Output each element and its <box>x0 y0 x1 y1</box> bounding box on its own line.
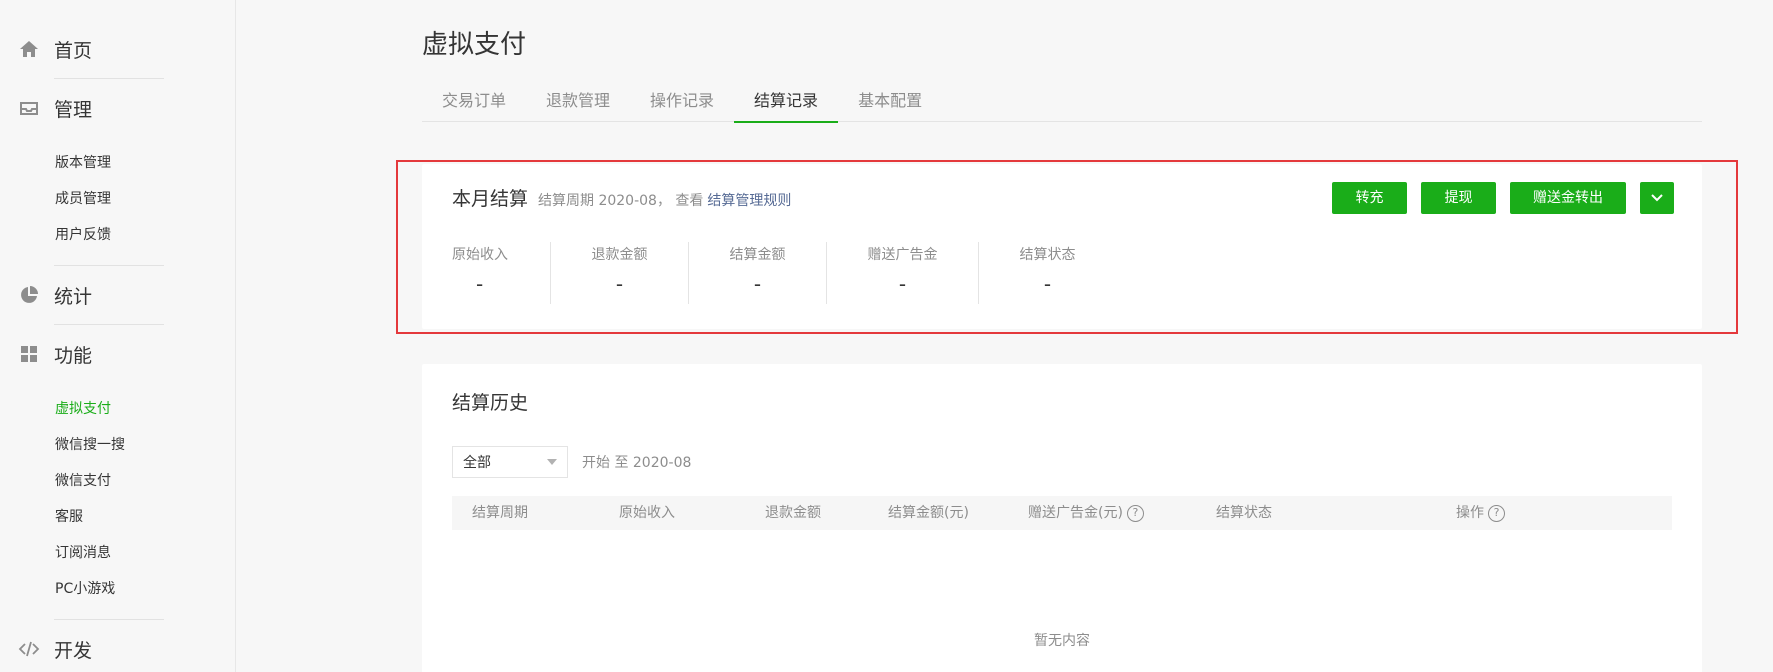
stat-value: - <box>1043 272 1052 296</box>
sidebar-item-home[interactable]: 首页 <box>0 20 235 78</box>
sidebar-item-stats[interactable]: 统计 <box>0 266 235 324</box>
gift-transfer-button[interactable]: 赠送金转出 <box>1510 182 1626 214</box>
caret-down-icon <box>547 459 557 465</box>
sidebar-item-wechat-search[interactable]: 微信搜一搜 <box>0 427 235 463</box>
code-icon <box>18 638 40 660</box>
sidebar-item-pc-game[interactable]: PC小游戏 <box>0 571 235 607</box>
withdraw-button[interactable]: 提现 <box>1421 182 1496 214</box>
monthly-actions: 转充 提现 赠送金转出 <box>1332 182 1674 214</box>
help-icon[interactable]: ? <box>1126 504 1144 522</box>
pie-chart-icon <box>18 284 40 306</box>
nav-group-dev: 开发 <box>0 620 235 672</box>
stat-value: - <box>753 272 762 296</box>
nav-group-features: 功能 虚拟支付 微信搜一搜 微信支付 客服 订阅消息 PC小游戏 <box>0 325 235 619</box>
sidebar-item-wechat-pay[interactable]: 微信支付 <box>0 463 235 499</box>
stat-label: 结算状态 <box>1019 247 1076 263</box>
sidebar-item-virtual-pay[interactable]: 虚拟支付 <box>0 391 235 427</box>
column-label: 赠送广告金(元) <box>1028 505 1123 521</box>
empty-state-text: 暂无内容 <box>1034 633 1090 649</box>
nav-group-stats: 统计 <box>0 266 235 324</box>
monthly-settlement-title: 本月结算 <box>452 188 529 210</box>
stat-raw-income: 原始收入 - <box>452 244 510 304</box>
sidebar-item-subscription-msg[interactable]: 订阅消息 <box>0 535 235 571</box>
help-icon[interactable]: ? <box>1488 504 1505 522</box>
monthly-stats: 原始收入 - 退款金额 - 结算金额 - 赠送广告金 - 结算状态 - <box>452 242 1116 304</box>
monthly-settlement-card: 本月结算 结算周期 2020-08， 查看 结算管理规则 转充 提现 赠送金转出… <box>422 164 1702 329</box>
column-label: 退款金额 <box>765 505 821 521</box>
date-range-text: 开始 至 2020-08 <box>582 455 692 471</box>
stat-settlement-status: 结算状态 - <box>979 244 1116 304</box>
sidebar-item-dev-label: 开发 <box>54 639 93 662</box>
column-header-raw-income: 原始收入 <box>619 496 675 530</box>
sidebar-item-home-label: 首页 <box>54 39 93 62</box>
sidebar-item-feedback[interactable]: 用户反馈 <box>0 217 235 253</box>
nav-group-home: 首页 <box>0 20 235 78</box>
tab-orders[interactable]: 交易订单 <box>422 80 526 122</box>
sidebar-item-features[interactable]: 功能 <box>0 325 235 383</box>
column-header-status: 结算状态 <box>1216 496 1272 530</box>
stat-refund-amount: 退款金额 - <box>551 244 688 304</box>
chevron-down-icon <box>1651 182 1663 214</box>
sidebar-manage-list: 版本管理 成员管理 用户反馈 <box>0 137 235 265</box>
column-header-settlement-amount: 结算金额(元) <box>888 496 969 530</box>
sidebar-item-features-label: 功能 <box>54 344 93 367</box>
sidebar: 首页 管理 版本管理 成员管理 用户反馈 统计 功能 虚拟支付 微信搜一搜 微信… <box>0 0 236 672</box>
sidebar-item-stats-label: 统计 <box>54 285 93 308</box>
sidebar-item-customer-service[interactable]: 客服 <box>0 499 235 535</box>
recharge-button[interactable]: 转充 <box>1332 182 1407 214</box>
tab-bar: 交易订单 退款管理 操作记录 结算记录 基本配置 <box>422 80 1702 123</box>
sidebar-item-members[interactable]: 成员管理 <box>0 181 235 217</box>
status-filter-value: 全部 <box>463 455 491 471</box>
settlement-period-text: 结算周期 2020-08， 查看 <box>538 193 704 209</box>
column-label: 结算金额(元) <box>888 505 969 521</box>
sidebar-item-dev[interactable]: 开发 <box>0 620 235 672</box>
more-actions-button[interactable] <box>1640 182 1674 214</box>
stat-value: - <box>476 272 484 296</box>
column-label: 结算状态 <box>1216 505 1272 521</box>
nav-group-manage: 管理 版本管理 成员管理 用户反馈 <box>0 79 235 265</box>
sidebar-features-list: 虚拟支付 微信搜一搜 微信支付 客服 订阅消息 PC小游戏 <box>0 383 235 619</box>
column-label: 原始收入 <box>619 505 675 521</box>
tab-operation-log[interactable]: 操作记录 <box>630 80 734 122</box>
page-title: 虚拟支付 <box>422 30 527 60</box>
monthly-settlement-header: 本月结算 结算周期 2020-08， 查看 结算管理规则 <box>452 184 791 211</box>
sidebar-item-manage-label: 管理 <box>54 98 93 121</box>
home-icon <box>18 38 40 60</box>
settlement-rules-link[interactable]: 结算管理规则 <box>707 190 791 210</box>
history-table-header: 结算周期 原始收入 退款金额 结算金额(元) 赠送广告金(元) ? 结算状态 操… <box>452 496 1672 530</box>
column-label: 结算周期 <box>472 505 528 521</box>
stat-settlement-amount: 结算金额 - <box>689 244 826 304</box>
stat-label: 赠送广告金 <box>867 247 938 263</box>
settlement-history-title: 结算历史 <box>452 392 529 414</box>
column-header-refund: 退款金额 <box>765 496 821 530</box>
grid-icon <box>18 343 40 365</box>
tab-basic-config[interactable]: 基本配置 <box>838 80 942 122</box>
stat-label: 退款金额 <box>591 247 648 263</box>
column-label: 操作 <box>1456 505 1484 521</box>
sidebar-item-manage[interactable]: 管理 <box>0 79 235 137</box>
sidebar-item-version[interactable]: 版本管理 <box>0 145 235 181</box>
column-header-gift-ad-credit: 赠送广告金(元) ? <box>1028 496 1144 530</box>
stat-label: 结算金额 <box>729 247 786 263</box>
stat-value: - <box>615 272 624 296</box>
stat-gift-ad-credit: 赠送广告金 - <box>827 244 978 304</box>
column-header-period: 结算周期 <box>472 496 528 530</box>
status-filter-select[interactable]: 全部 <box>452 446 568 478</box>
stat-label: 原始收入 <box>452 247 508 263</box>
tab-refunds[interactable]: 退款管理 <box>526 80 630 122</box>
column-header-actions: 操作 ? <box>1456 496 1505 530</box>
inbox-icon <box>18 97 40 119</box>
tab-settlement-records[interactable]: 结算记录 <box>734 80 839 123</box>
stat-value: - <box>898 272 907 296</box>
history-filter: 全部 开始 至 2020-08 <box>452 446 691 478</box>
settlement-history-card: 结算历史 全部 开始 至 2020-08 结算周期 原始收入 退款金额 结算金额… <box>422 364 1702 672</box>
